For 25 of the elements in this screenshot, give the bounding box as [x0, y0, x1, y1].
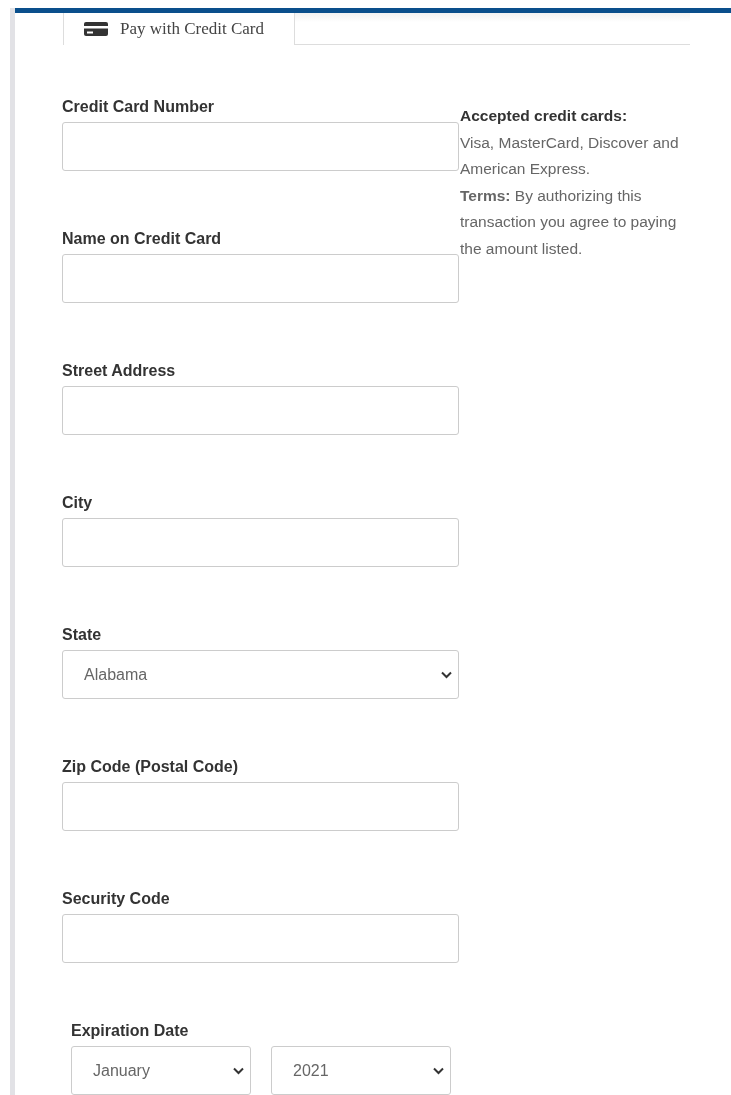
year-select[interactable]: 2021 [271, 1046, 451, 1095]
info-text: Visa, MasterCard, Discover and American Express. [460, 132, 680, 179]
select-field[interactable]: Alabama [62, 650, 459, 699]
chevron-down-icon [433, 1066, 444, 1075]
text-field[interactable] [62, 518, 459, 567]
field-label: Street Address [62, 362, 177, 381]
tab[interactable]: Pay with Credit Card [63, 12, 295, 45]
field-label: Zip Code (Postal Code) [62, 758, 239, 777]
field-label: Security Code [62, 890, 171, 909]
text-field[interactable] [62, 122, 459, 171]
field-label: Name on Credit Card [62, 230, 223, 249]
field-label: Expiration Date [71, 1022, 190, 1041]
field-label: Credit Card Number [62, 98, 216, 117]
text-field[interactable] [62, 914, 459, 963]
month-select[interactable]: January [71, 1046, 251, 1095]
text-field[interactable] [62, 782, 459, 831]
chevron-down-icon [441, 670, 452, 679]
text-field[interactable] [62, 254, 459, 303]
info-heading: Accepted credit cards: [460, 106, 629, 126]
field-label: City [62, 494, 94, 513]
terms-text: Terms: By authorizing this transaction you agree to paying the amount listed. [460, 185, 678, 259]
field-label: State [62, 626, 103, 645]
chevron-down-icon [233, 1066, 244, 1075]
credit-card-icon [84, 21, 108, 36]
text-field[interactable] [62, 386, 459, 435]
